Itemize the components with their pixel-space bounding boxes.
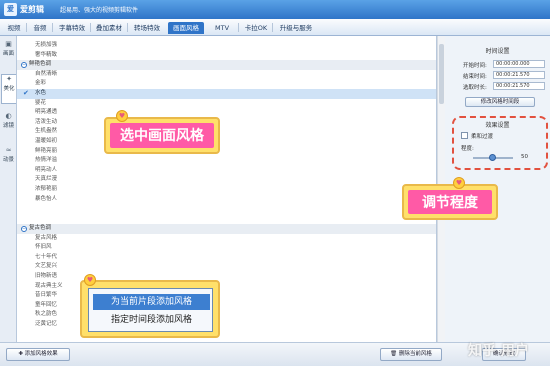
time-settings-title: 时间设置: [485, 48, 510, 55]
wand-icon: ✦: [6, 75, 12, 83]
tab-transitions[interactable]: 转场特效: [131, 22, 163, 34]
list-item-label: 水色: [35, 90, 47, 96]
collapse-icon[interactable]: −: [21, 226, 27, 232]
menu-item-add-to-current-clip[interactable]: 为当前片段添加风格: [93, 294, 210, 310]
start-time-label: 开始时间:: [463, 63, 487, 69]
side-tab-picture[interactable]: ▣ 画面: [1, 40, 16, 68]
app-slogan: 超易用、强大的视频剪辑软件: [60, 7, 139, 14]
list-item[interactable]: 文艺复兴: [17, 262, 436, 272]
list-item[interactable]: 生机盎然: [17, 127, 436, 137]
tab-divider: [90, 23, 91, 32]
list-item[interactable]: 旧物新语: [17, 272, 436, 282]
list-item[interactable]: 复古风格: [17, 234, 436, 244]
list-item[interactable]: 温暖如初: [17, 137, 436, 147]
main-tab-bar: 视频 音频 字幕特效 叠加素材 转场特效 画面风格 MTV 卡拉OK 升级与服务: [0, 19, 550, 36]
tab-divider: [272, 23, 273, 32]
list-item[interactable]: 浓郁艳丽: [17, 185, 436, 195]
app-logo-icon: 爱: [4, 3, 17, 16]
list-item[interactable]: 金彩: [17, 79, 436, 89]
list-item[interactable]: 明亮动人: [17, 166, 436, 176]
app-name: 爱剪辑: [20, 5, 44, 14]
side-tab-beautify[interactable]: ✦ 美化: [1, 74, 16, 104]
side-tab-motion[interactable]: ≈ 动景: [1, 146, 16, 174]
tab-video[interactable]: 视频: [4, 22, 24, 34]
list-item[interactable]: 活泼生动: [17, 118, 436, 128]
tab-picture-style[interactable]: 画面风格: [168, 22, 204, 34]
side-tab-label: 动景: [2, 157, 14, 163]
modify-style-time-button[interactable]: 修改风格时间段: [465, 97, 535, 107]
callout-select-style: 选中画面风格: [104, 117, 220, 154]
tab-divider: [52, 23, 53, 32]
tab-subtitle-effects[interactable]: 字幕特效: [56, 22, 88, 34]
menu-item-add-to-time-range[interactable]: 指定时间段添加风格: [93, 312, 210, 328]
list-item[interactable]: 热情洋溢: [17, 156, 436, 166]
collapse-icon[interactable]: −: [21, 62, 27, 69]
list-item[interactable]: 鲜艳亮丽: [17, 147, 436, 157]
side-tab-label: 美化: [3, 86, 15, 92]
wave-icon: ≈: [5, 146, 12, 154]
duration-label: 选取时长:: [463, 85, 487, 91]
tab-upgrade-service[interactable]: 升级与服务: [276, 22, 316, 34]
side-tab-label: 画面: [2, 51, 14, 57]
tab-divider: [127, 23, 128, 32]
effect-settings-highlight: [452, 116, 548, 170]
list-item[interactable]: 七十年代: [17, 253, 436, 263]
tab-divider: [26, 23, 27, 32]
list-item[interactable]: 奢华精致: [17, 51, 436, 61]
start-time-field[interactable]: 00:00:00.000: [493, 60, 545, 68]
tab-mtv[interactable]: MTV: [208, 22, 236, 34]
side-tab-label: 滤镜: [2, 123, 14, 129]
tab-overlay[interactable]: 叠加素材: [93, 22, 125, 34]
list-group-label: 鲜艳色调: [29, 61, 52, 68]
delete-style-button[interactable]: 🗑 删除当前风格: [380, 348, 442, 361]
scrollbar-thumb[interactable]: [439, 44, 444, 104]
filter-icon: ◐: [5, 112, 12, 120]
list-group-header[interactable]: − 鲜艳色调: [17, 60, 436, 70]
image-icon: ▣: [5, 40, 12, 48]
list-group-header[interactable]: − 复古色调: [17, 224, 436, 234]
list-group-label: 复古色调: [29, 225, 52, 231]
add-style-popup: 为当前片段添加风格 指定时间段添加风格: [80, 280, 220, 338]
watermark: 知乎 用户: [468, 343, 529, 359]
list-item[interactable]: 自然清晰: [17, 70, 436, 80]
title-bar: 爱 爱剪辑 超易用、强大的视频剪辑软件: [0, 0, 550, 19]
style-category-tabs: ▣ 画面 ✦ 美化 ◐ 滤镜 ≈ 动景: [0, 36, 17, 346]
list-item[interactable]: 天真烂漫: [17, 175, 436, 185]
end-time-field[interactable]: 00:00:21.570: [493, 71, 545, 79]
check-icon: ✔: [23, 89, 29, 97]
list-item[interactable]: 明亮通透: [17, 108, 436, 118]
add-style-menu: 为当前片段添加风格 指定时间段添加风格: [88, 288, 213, 332]
heart-icon: ♥: [84, 274, 96, 286]
trash-icon: 🗑: [390, 351, 399, 357]
add-style-effect-label: 添加风格效果: [24, 351, 58, 357]
list-item[interactable]: 无损加强: [17, 41, 436, 51]
side-tab-filter[interactable]: ◐ 滤镜: [1, 112, 16, 140]
callout-select-style-text: 选中画面风格: [110, 123, 214, 148]
heart-icon: ♥: [453, 177, 465, 189]
list-item-selected[interactable]: ✔ 水色: [17, 89, 436, 99]
duration-field[interactable]: 00:00:21.570: [493, 82, 545, 90]
end-time-label: 结束时间:: [463, 74, 487, 80]
add-style-effect-button[interactable]: ✚ 添加风格效果: [6, 348, 70, 361]
tab-karaoke[interactable]: 卡拉OK: [242, 22, 270, 34]
list-item[interactable]: 怀旧风: [17, 243, 436, 253]
callout-adjust-degree-text: 调节程度: [408, 190, 492, 214]
list-item[interactable]: 暴色怡人: [17, 195, 436, 205]
heart-icon: ♥: [116, 110, 128, 122]
callout-adjust-degree: 调节程度: [402, 184, 498, 220]
delete-style-label: 删除当前风格: [398, 351, 432, 357]
list-item[interactable]: 婴花: [17, 99, 436, 109]
tab-divider: [238, 23, 239, 32]
tab-audio[interactable]: 音频: [30, 22, 50, 34]
